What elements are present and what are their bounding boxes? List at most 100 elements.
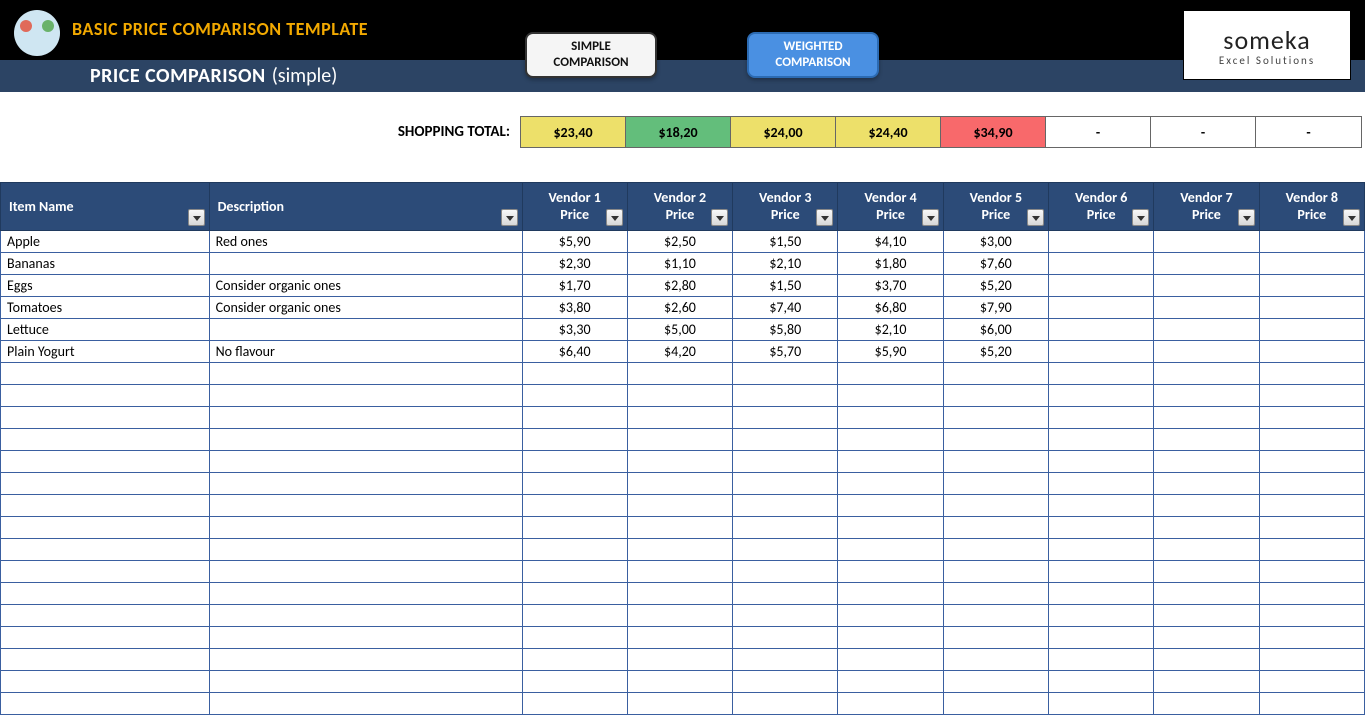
cell-vendor-2-price[interactable] [627, 385, 732, 407]
cell-vendor-4-price[interactable] [838, 517, 943, 539]
cell-vendor-2-price[interactable] [627, 429, 732, 451]
cell-description[interactable] [209, 627, 522, 649]
cell-vendor-1-price[interactable] [522, 693, 627, 715]
cell-vendor-6-price[interactable] [1049, 649, 1154, 671]
cell-item-name[interactable] [1, 473, 210, 495]
cell-vendor-5-price[interactable] [943, 561, 1048, 583]
cell-vendor-4-price[interactable] [838, 495, 943, 517]
cell-item-name[interactable] [1, 407, 210, 429]
cell-vendor-5-price[interactable] [943, 429, 1048, 451]
cell-vendor-3-price[interactable]: $5,80 [733, 319, 838, 341]
cell-vendor-8-price[interactable] [1259, 451, 1364, 473]
cell-vendor-5-price[interactable] [943, 451, 1048, 473]
cell-vendor-6-price[interactable] [1049, 275, 1154, 297]
cell-vendor-1-price[interactable] [522, 473, 627, 495]
cell-vendor-7-price[interactable] [1154, 341, 1259, 363]
cell-vendor-1-price[interactable] [522, 451, 627, 473]
col-vendor-8-price[interactable]: Vendor 8Price [1259, 183, 1364, 231]
cell-item-name[interactable]: Apple [1, 231, 210, 253]
cell-vendor-3-price[interactable] [733, 429, 838, 451]
cell-vendor-1-price[interactable] [522, 627, 627, 649]
cell-vendor-6-price[interactable] [1049, 253, 1154, 275]
cell-vendor-3-price[interactable] [733, 693, 838, 715]
cell-vendor-6-price[interactable] [1049, 429, 1154, 451]
cell-vendor-3-price[interactable] [733, 583, 838, 605]
cell-vendor-5-price[interactable]: $5,20 [943, 341, 1048, 363]
cell-item-name[interactable] [1, 451, 210, 473]
cell-description[interactable] [209, 561, 522, 583]
cell-vendor-7-price[interactable] [1154, 275, 1259, 297]
cell-description[interactable]: Red ones [209, 231, 522, 253]
cell-vendor-7-price[interactable] [1154, 473, 1259, 495]
cell-description[interactable] [209, 319, 522, 341]
cell-vendor-3-price[interactable]: $7,40 [733, 297, 838, 319]
col-vendor-5-price[interactable]: Vendor 5Price [943, 183, 1048, 231]
cell-vendor-8-price[interactable] [1259, 297, 1364, 319]
cell-vendor-2-price[interactable] [627, 407, 732, 429]
col-vendor-7-price-filter-icon[interactable] [1238, 209, 1255, 226]
cell-vendor-6-price[interactable] [1049, 693, 1154, 715]
cell-vendor-4-price[interactable] [838, 671, 943, 693]
cell-vendor-8-price[interactable] [1259, 275, 1364, 297]
cell-vendor-6-price[interactable] [1049, 605, 1154, 627]
cell-item-name[interactable] [1, 495, 210, 517]
cell-vendor-8-price[interactable] [1259, 407, 1364, 429]
cell-vendor-4-price[interactable] [838, 385, 943, 407]
cell-vendor-3-price[interactable] [733, 363, 838, 385]
cell-vendor-4-price[interactable] [838, 539, 943, 561]
cell-item-name[interactable] [1, 583, 210, 605]
cell-item-name[interactable] [1, 693, 210, 715]
cell-vendor-5-price[interactable]: $7,90 [943, 297, 1048, 319]
cell-item-name[interactable]: Lettuce [1, 319, 210, 341]
cell-vendor-4-price[interactable] [838, 649, 943, 671]
cell-vendor-4-price[interactable] [838, 627, 943, 649]
cell-vendor-6-price[interactable] [1049, 627, 1154, 649]
cell-item-name[interactable]: Tomatoes [1, 297, 210, 319]
cell-vendor-8-price[interactable] [1259, 231, 1364, 253]
cell-vendor-5-price[interactable] [943, 517, 1048, 539]
cell-vendor-6-price[interactable] [1049, 451, 1154, 473]
cell-vendor-3-price[interactable]: $5,70 [733, 341, 838, 363]
cell-vendor-7-price[interactable] [1154, 517, 1259, 539]
cell-vendor-7-price[interactable] [1154, 297, 1259, 319]
cell-vendor-2-price[interactable] [627, 473, 732, 495]
cell-vendor-3-price[interactable] [733, 495, 838, 517]
cell-vendor-3-price[interactable] [733, 649, 838, 671]
cell-vendor-4-price[interactable] [838, 583, 943, 605]
cell-vendor-5-price[interactable] [943, 583, 1048, 605]
cell-description[interactable] [209, 583, 522, 605]
cell-description[interactable] [209, 385, 522, 407]
cell-vendor-2-price[interactable] [627, 583, 732, 605]
cell-vendor-3-price[interactable]: $1,50 [733, 231, 838, 253]
cell-vendor-4-price[interactable] [838, 561, 943, 583]
cell-description[interactable]: Consider organic ones [209, 275, 522, 297]
cell-description[interactable]: Consider organic ones [209, 297, 522, 319]
cell-vendor-1-price[interactable] [522, 363, 627, 385]
cell-vendor-6-price[interactable] [1049, 583, 1154, 605]
cell-vendor-1-price[interactable]: $6,40 [522, 341, 627, 363]
cell-vendor-4-price[interactable]: $6,80 [838, 297, 943, 319]
cell-vendor-5-price[interactable] [943, 627, 1048, 649]
cell-vendor-1-price[interactable] [522, 561, 627, 583]
cell-vendor-7-price[interactable] [1154, 649, 1259, 671]
cell-description[interactable] [209, 429, 522, 451]
cell-vendor-2-price[interactable] [627, 671, 732, 693]
cell-vendor-7-price[interactable] [1154, 451, 1259, 473]
cell-description[interactable] [209, 407, 522, 429]
cell-vendor-1-price[interactable] [522, 539, 627, 561]
cell-vendor-3-price[interactable] [733, 605, 838, 627]
col-vendor-5-price-filter-icon[interactable] [1027, 209, 1044, 226]
cell-vendor-8-price[interactable] [1259, 495, 1364, 517]
cell-vendor-4-price[interactable]: $3,70 [838, 275, 943, 297]
cell-vendor-2-price[interactable] [627, 363, 732, 385]
cell-vendor-3-price[interactable] [733, 473, 838, 495]
cell-vendor-7-price[interactable] [1154, 319, 1259, 341]
cell-vendor-2-price[interactable] [627, 495, 732, 517]
cell-vendor-5-price[interactable]: $7,60 [943, 253, 1048, 275]
cell-description[interactable] [209, 495, 522, 517]
cell-vendor-6-price[interactable] [1049, 297, 1154, 319]
cell-vendor-5-price[interactable] [943, 649, 1048, 671]
cell-vendor-1-price[interactable] [522, 495, 627, 517]
cell-vendor-7-price[interactable] [1154, 495, 1259, 517]
cell-vendor-3-price[interactable] [733, 627, 838, 649]
